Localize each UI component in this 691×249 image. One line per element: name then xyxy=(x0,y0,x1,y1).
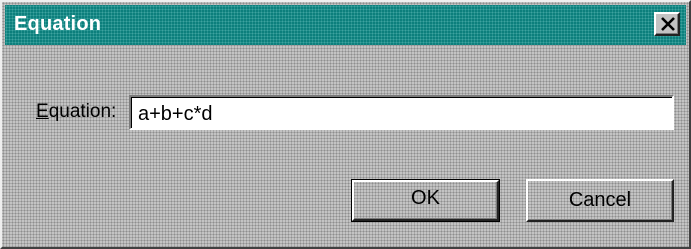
ok-button[interactable]: OK xyxy=(351,179,500,222)
equation-input[interactable] xyxy=(129,95,674,130)
cancel-button-label: Cancel xyxy=(568,189,632,211)
equation-dialog: Equation Equation: OK Cancel xyxy=(0,0,691,249)
equation-label-text: quation: xyxy=(48,101,117,122)
window-title: Equation xyxy=(14,13,102,35)
cancel-button[interactable]: Cancel xyxy=(526,179,674,222)
title-bar[interactable]: Equation xyxy=(5,5,686,45)
close-icon xyxy=(661,17,675,31)
equation-label-accelerator: E xyxy=(36,101,49,122)
close-button[interactable] xyxy=(654,12,680,36)
equation-label: Equation: xyxy=(36,101,116,123)
ok-button-label: OK xyxy=(411,187,440,209)
